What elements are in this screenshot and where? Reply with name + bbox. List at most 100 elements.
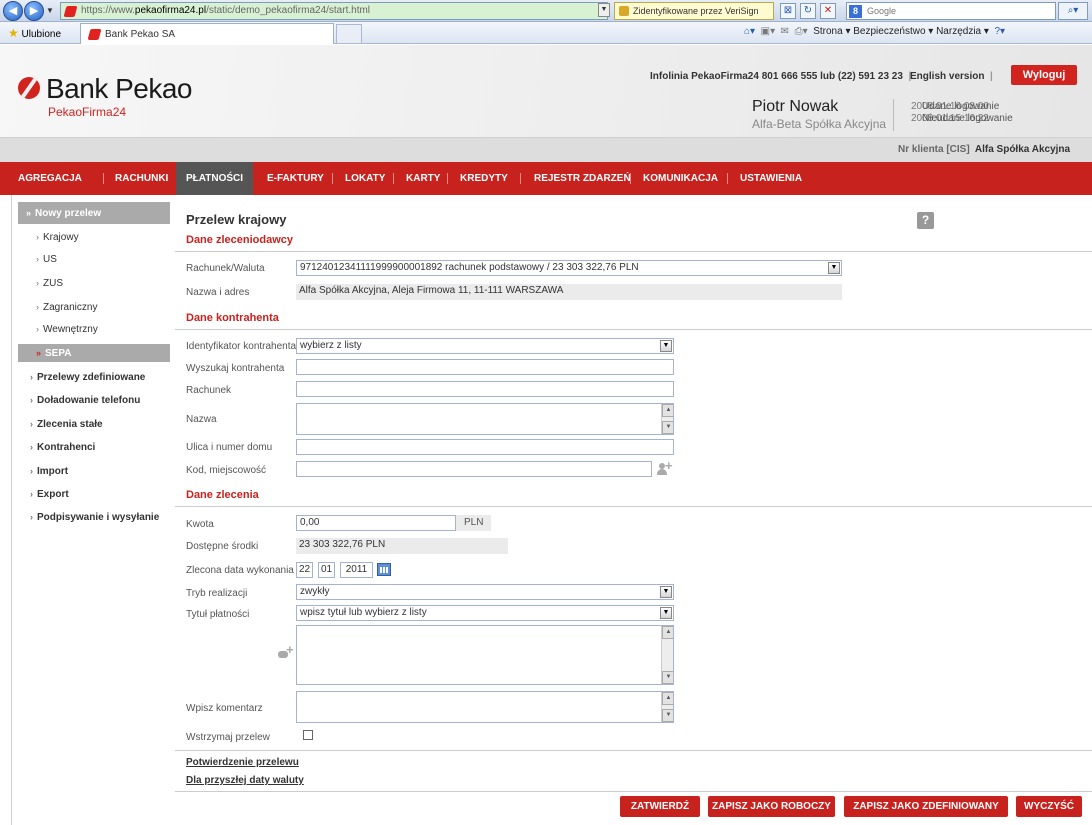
feeds-icon[interactable]: ▣▾ bbox=[761, 26, 775, 37]
sidebar-item-us[interactable]: › US bbox=[18, 250, 170, 268]
sidebar-item-zlecenia-stale[interactable]: › Zlecenia stałe bbox=[18, 415, 170, 433]
mode-select[interactable]: zwykły ▼ bbox=[296, 584, 674, 600]
counterparty-account-input[interactable] bbox=[296, 381, 674, 397]
client-bar: Nr klienta [CIS] Alfa Spółka Akcyjna bbox=[0, 138, 1092, 162]
confirm-button[interactable]: ZATWIERDŹ bbox=[620, 796, 700, 817]
sidebar-item-export[interactable]: › Export bbox=[18, 485, 170, 503]
sidebar-item-label: Podpisywanie i wysyłanie bbox=[37, 512, 160, 523]
sidebar-item-label: Krajowy bbox=[43, 232, 79, 243]
date-year-input[interactable]: 2011 bbox=[340, 562, 373, 578]
sidebar-item-krajowy[interactable]: › Krajowy bbox=[18, 228, 170, 246]
account-select[interactable]: 97124012341111999900001892 rachunek pods… bbox=[296, 260, 842, 276]
forward-arrow-icon[interactable]: ▶ bbox=[24, 1, 44, 21]
new-tab-button[interactable] bbox=[336, 24, 362, 44]
main-menu: AGREGACJA RACHUNKI PŁATNOŚCI E-FAKTURY L… bbox=[0, 162, 1092, 195]
postal-city-input[interactable] bbox=[296, 461, 652, 477]
mode-label: Tryb realizacji bbox=[186, 588, 248, 599]
textarea-scrollbar[interactable] bbox=[661, 626, 673, 684]
menu-item-ustawienia[interactable]: USTAWIENIA bbox=[740, 162, 802, 195]
chevron-down-icon[interactable]: ▼ bbox=[660, 340, 672, 352]
add-title-icon[interactable]: + bbox=[278, 642, 294, 663]
sidebar-item-label: SEPA bbox=[45, 348, 72, 359]
sidebar-item-zus[interactable]: › ZUS bbox=[18, 274, 170, 292]
counterparty-id-label: Identyfikator kontrahenta bbox=[186, 341, 297, 352]
browser-search-placeholder: Google bbox=[867, 6, 897, 16]
sidebar-item-sepa[interactable]: » SEPA bbox=[18, 344, 170, 362]
sidebar-item-label: Wewnętrzny bbox=[43, 324, 98, 335]
chevron-down-icon[interactable]: ▼ bbox=[660, 586, 672, 598]
textarea-scrollbar[interactable] bbox=[661, 692, 673, 722]
browser-search-button[interactable]: ⌕▾ bbox=[1058, 2, 1088, 20]
history-dropdown-icon[interactable]: ▼ bbox=[46, 6, 56, 16]
stop-icon[interactable]: ✕ bbox=[820, 3, 836, 19]
save-defined-button[interactable]: ZAPISZ JAKO ZDEFINIOWANY bbox=[844, 796, 1008, 817]
comment-textarea[interactable] bbox=[296, 691, 674, 723]
chevron-down-icon[interactable]: ▼ bbox=[660, 607, 672, 619]
name-address-value: Alfa Spółka Akcyjna, Aleja Firmowa 11, 1… bbox=[296, 284, 842, 300]
sidebar-item-zagraniczny[interactable]: › Zagraniczny bbox=[18, 298, 170, 316]
menu-item-lokaty[interactable]: LOKATY bbox=[345, 162, 385, 195]
browser-tab[interactable]: Bank Pekao SA bbox=[80, 23, 334, 44]
street-input[interactable] bbox=[296, 439, 674, 455]
browser-search-input[interactable]: 8 Google bbox=[846, 2, 1056, 20]
calendar-icon[interactable] bbox=[377, 563, 391, 576]
browser-favorites-bar: ★ Ulubione Bank Pekao SA ⌂▾ ▣▾ ✉ ⎙▾ Stro… bbox=[0, 22, 1092, 44]
available-funds-value: 23 303 322,76 PLN bbox=[296, 538, 508, 554]
transfer-confirmation-link[interactable]: Potwierdzenie przelewu bbox=[186, 757, 299, 768]
clear-button[interactable]: WYCZYŚĆ bbox=[1016, 796, 1082, 817]
chevron-down-icon[interactable]: ▼ bbox=[828, 262, 840, 274]
sidebar-item-nowy-przelew[interactable]: » Nowy przelew bbox=[18, 202, 170, 224]
help-icon[interactable]: ? bbox=[917, 212, 934, 229]
section-divider bbox=[175, 329, 1092, 330]
sidebar-item-kontrahenci[interactable]: › Kontrahenci bbox=[18, 438, 170, 456]
help-browser-icon[interactable]: ?▾ bbox=[994, 26, 1005, 37]
menu-item-e-faktury[interactable]: E-FAKTURY bbox=[267, 162, 324, 195]
hold-transfer-checkbox[interactable] bbox=[303, 730, 313, 740]
login-history: Udane logowanie 2008.01.16 08:00 Nieudane… bbox=[911, 101, 1013, 125]
favorites-button[interactable]: ★ Ulubione bbox=[8, 26, 61, 40]
site-favicon-icon bbox=[63, 6, 78, 17]
date-month-input[interactable]: 01 bbox=[318, 562, 335, 578]
future-date-link[interactable]: Dla przyszłej daty waluty bbox=[186, 775, 304, 786]
english-version-link[interactable]: English version | bbox=[910, 71, 993, 82]
add-counterparty-icon[interactable]: + bbox=[656, 458, 673, 476]
textarea-scrollbar[interactable] bbox=[661, 404, 673, 434]
menu-item-rejestr-zdarzen[interactable]: REJESTR ZDARZEŃ bbox=[534, 162, 631, 195]
print-icon[interactable]: ⎙▾ bbox=[795, 26, 808, 37]
logout-button[interactable]: Wyloguj bbox=[1011, 65, 1077, 85]
command-menu[interactable]: Strona ▾ Bezpieczeństwo ▾ Narzędzia ▾ bbox=[813, 26, 989, 37]
url-dropdown-icon[interactable]: ▼ bbox=[598, 3, 610, 17]
menu-separator bbox=[520, 173, 521, 184]
menu-item-kredyty[interactable]: KREDYTY bbox=[460, 162, 508, 195]
counterparty-search-input[interactable] bbox=[296, 359, 674, 375]
save-draft-button[interactable]: ZAPISZ JAKO ROBOCZY bbox=[708, 796, 835, 817]
sidebar-item-doladowanie-telefonu[interactable]: › Doładowanie telefonu bbox=[18, 391, 170, 409]
menu-separator bbox=[332, 173, 333, 184]
menu-item-rachunki[interactable]: RACHUNKI bbox=[115, 162, 168, 195]
refresh-icon[interactable]: ↻ bbox=[800, 3, 816, 19]
url-input[interactable]: https://www.pekaofirma24.pl/static/demo_… bbox=[60, 2, 608, 20]
payment-title-select[interactable]: wpisz tytuł lub wybierz z listy ▼ bbox=[296, 605, 674, 621]
date-day-input[interactable]: 22 bbox=[296, 562, 313, 578]
browser-command-bar[interactable]: ⌂▾ ▣▾ ✉ ⎙▾ Strona ▾ Bezpieczeństwo ▾ Nar… bbox=[744, 26, 1005, 37]
certificate-badge[interactable]: Zidentyfikowane przez VeriSign bbox=[614, 2, 774, 20]
mail-icon[interactable]: ✉ bbox=[781, 26, 789, 37]
counterparty-name-textarea[interactable] bbox=[296, 403, 674, 435]
transfer-form: Przelew krajowy ? Dane zleceniodawcy Rac… bbox=[175, 195, 1092, 825]
counterparty-id-value: wybierz z listy bbox=[300, 340, 362, 351]
menu-item-platnosci[interactable]: PŁATNOŚCI bbox=[176, 162, 254, 195]
sidebar-item-przelewy-zdefiniowane[interactable]: › Przelewy zdefiniowane bbox=[18, 368, 170, 386]
home-icon[interactable]: ⌂▾ bbox=[744, 26, 755, 37]
counterparty-id-select[interactable]: wybierz z listy ▼ bbox=[296, 338, 674, 354]
sidebar-item-podpisywanie[interactable]: › Podpisywanie i wysyłanie bbox=[18, 508, 170, 526]
payment-title-textarea[interactable] bbox=[296, 625, 674, 685]
mode-select-value: zwykły bbox=[300, 586, 330, 597]
menu-item-karty[interactable]: KARTY bbox=[406, 162, 440, 195]
sidebar-item-wewnetrzny[interactable]: › Wewnętrzny bbox=[18, 320, 170, 338]
menu-item-komunikacja[interactable]: KOMUNIKACJA bbox=[643, 162, 718, 195]
sidebar-item-import[interactable]: › Import bbox=[18, 462, 170, 480]
amount-input[interactable]: 0,00 bbox=[296, 515, 456, 531]
compat-view-icon[interactable]: ⊠ bbox=[780, 3, 796, 19]
back-arrow-icon[interactable]: ◀ bbox=[3, 1, 23, 21]
menu-item-agregacja[interactable]: AGREGACJA bbox=[18, 162, 82, 195]
